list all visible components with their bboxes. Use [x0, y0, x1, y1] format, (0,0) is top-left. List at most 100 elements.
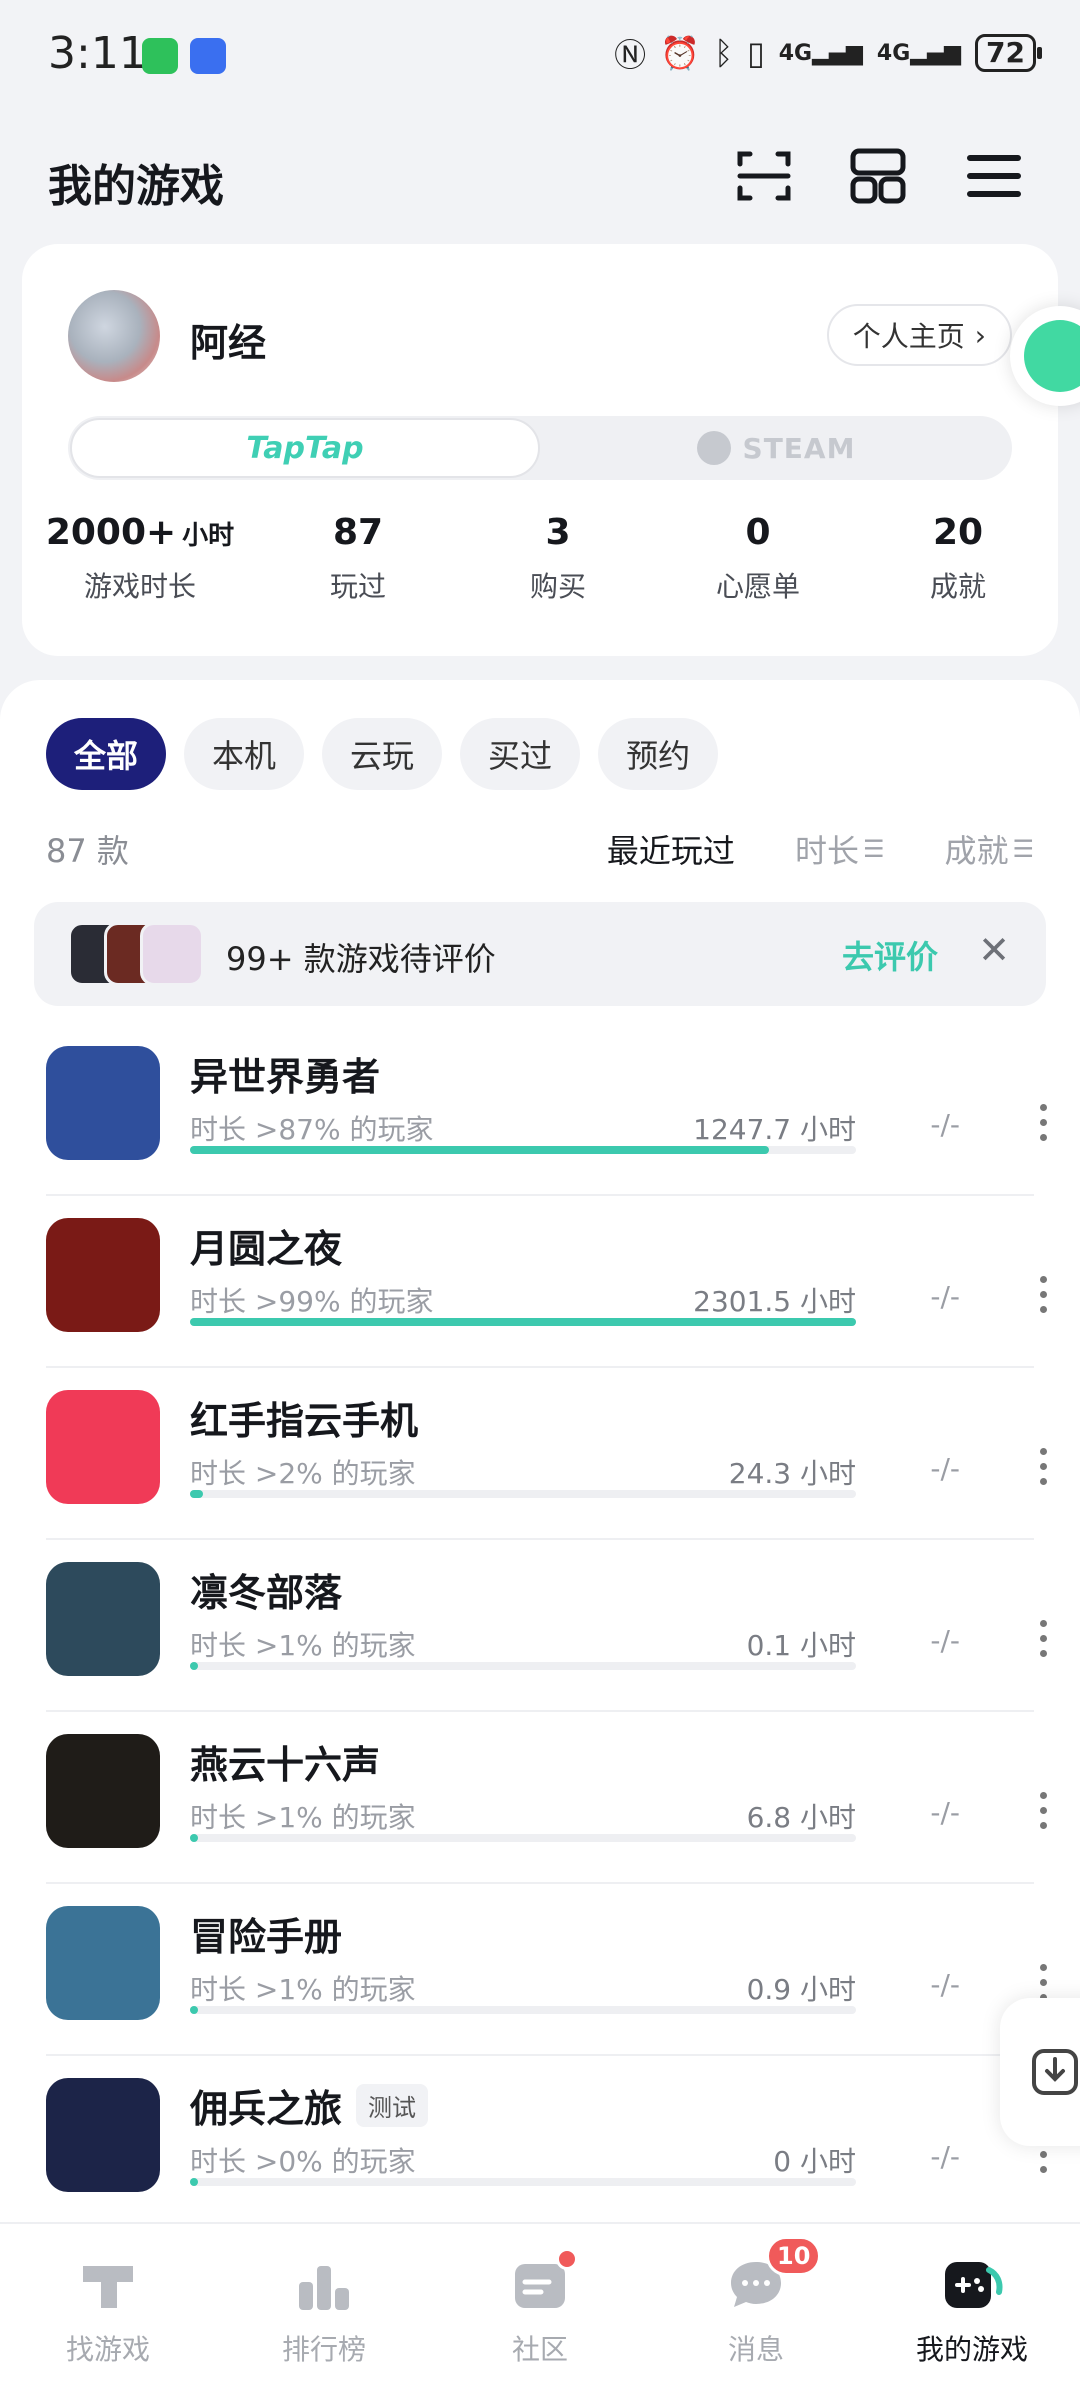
game-name: 红手指云手机 [190, 1390, 418, 1445]
nav-label: 找游戏 [65, 2333, 150, 2366]
wechat-icon [142, 38, 178, 74]
more-icon[interactable] [1028, 1436, 1058, 1496]
filter-cloud[interactable]: 云玩 [322, 718, 443, 790]
sort-duration[interactable]: 时长 ☰ [795, 826, 885, 872]
game-icon[interactable] [46, 2078, 160, 2192]
game-rating: -/- [930, 1796, 960, 1829]
username: 阿经 [190, 321, 267, 365]
game-row[interactable]: 红手指云手机 时长 >2% 的玩家 24.3 小时 -/- [0, 1368, 1080, 1540]
sort-label: 成就 [944, 832, 1009, 870]
playtime-bar-fill [190, 1146, 770, 1154]
stat-unit: 小时 [182, 521, 235, 551]
stat-label: 心愿单 [715, 570, 800, 603]
playtime-bar [190, 1318, 856, 1326]
homepage-button[interactable]: 个人主页 › [826, 304, 1012, 366]
steam-icon [696, 431, 731, 465]
game-title: 凛冬部落 [190, 1571, 343, 1615]
game-name: 异世界勇者 [190, 1046, 380, 1101]
nfc-icon: Ⓝ [614, 36, 647, 74]
stat-achievements[interactable]: 20 成就 [858, 512, 1058, 605]
game-icon[interactable] [46, 1046, 160, 1160]
status-time: 3:11 [48, 28, 147, 79]
game-title: 冒险手册 [190, 1915, 343, 1959]
gamepad-icon [945, 2262, 1003, 2308]
game-row[interactable]: 月圆之夜 时长 >99% 的玩家 2301.5 小时 -/- [0, 1196, 1080, 1368]
filter-local[interactable]: 本机 [184, 718, 305, 790]
nav-messages[interactable]: 10 消息 [648, 2224, 864, 2382]
playtime-bar [190, 1662, 856, 1670]
stat-value: 87 [332, 512, 384, 553]
game-row[interactable]: 凛冬部落 时长 >1% 的玩家 0.1 小时 -/- [0, 1540, 1080, 1712]
taptap-icon [83, 2266, 133, 2308]
game-rating: -/- [930, 1452, 960, 1485]
nav-community[interactable]: 社区 [432, 2224, 648, 2382]
app-notification-icon [190, 38, 226, 74]
game-hours: 6.8 小时 [746, 1801, 856, 1834]
stat-wishlist[interactable]: 0 心愿单 [658, 512, 858, 605]
menu-button[interactable] [960, 142, 1028, 210]
game-icon[interactable] [46, 1218, 160, 1332]
scan-button[interactable] [730, 142, 798, 210]
message-badge: 10 [766, 2236, 822, 2276]
profile-card: 阿经 个人主页 › TapTap STEAM 2000+ 小时 游戏时长 87 玩… [22, 244, 1058, 656]
stat-label: 游戏时长 [83, 570, 196, 603]
game-rating: -/- [930, 1968, 960, 2001]
game-icon[interactable] [46, 1562, 160, 1676]
sort-recent[interactable]: 最近玩过 [607, 826, 735, 872]
game-percentile: 时长 >1% 的玩家 [190, 1629, 416, 1662]
stat-value: 3 [545, 512, 571, 553]
nav-label: 我的游戏 [915, 2333, 1028, 2366]
stat-purchased[interactable]: 3 购买 [458, 512, 658, 605]
stat-playtime[interactable]: 2000+ 小时 游戏时长 [22, 512, 258, 605]
game-title: 燕云十六声 [190, 1743, 381, 1787]
review-button[interactable]: 去评价 [842, 932, 938, 978]
playtime-bar-fill [190, 1662, 198, 1670]
platform-steam-tab[interactable]: STEAM [540, 416, 1012, 480]
game-hours: 0 小时 [773, 2145, 856, 2178]
nav-label: 消息 [727, 2333, 784, 2366]
nav-label: 排行榜 [281, 2333, 366, 2366]
nav-find-games[interactable]: 找游戏 [0, 2224, 216, 2382]
game-row[interactable]: 佣兵之旅 测试 时长 >0% 的玩家 0 小时 -/- [0, 2056, 1080, 2228]
stat-played[interactable]: 87 玩过 [258, 512, 458, 605]
review-banner[interactable]: 99+ 款游戏待评价 去评价 ✕ [34, 902, 1046, 1006]
filter-bought[interactable]: 买过 [460, 718, 581, 790]
stat-label: 购买 [529, 570, 586, 603]
layout-button[interactable] [844, 142, 912, 210]
more-icon[interactable] [1028, 1264, 1058, 1324]
filter-all[interactable]: 全部 [46, 718, 167, 790]
close-icon[interactable]: ✕ [978, 928, 1010, 972]
sort-achievements[interactable]: 成就 ☰ [944, 826, 1034, 872]
filter-reserved[interactable]: 预约 [598, 718, 719, 790]
game-list: 异世界勇者 时长 >87% 的玩家 1247.7 小时 -/- 月圆之夜 时长 … [0, 1024, 1080, 2228]
game-rating: -/- [930, 1280, 960, 1313]
profile-stats: 2000+ 小时 游戏时长 87 玩过 3 购买 0 心愿单 20 成就 [22, 512, 1058, 605]
ranking-icon [299, 2266, 349, 2310]
platform-taptap-tab[interactable]: TapTap [70, 418, 540, 478]
game-icon[interactable] [46, 1734, 160, 1848]
game-row[interactable]: 异世界勇者 时长 >87% 的玩家 1247.7 小时 -/- [0, 1024, 1080, 1196]
nav-ranking[interactable]: 排行榜 [216, 2224, 432, 2382]
more-icon[interactable] [1028, 1608, 1058, 1668]
game-icon[interactable] [46, 1906, 160, 2020]
scan-icon [737, 151, 791, 201]
game-name: 凛冬部落 [190, 1562, 342, 1617]
avatar[interactable] [68, 290, 160, 382]
sort-label: 最近玩过 [606, 832, 735, 870]
game-thumbnail [140, 922, 204, 986]
playtime-bar-fill [190, 2006, 198, 2014]
game-title: 月圆之夜 [190, 1227, 343, 1271]
game-icon[interactable] [46, 1390, 160, 1504]
more-icon[interactable] [1028, 1092, 1058, 1152]
sort-icon: ☰ [862, 835, 885, 863]
game-row[interactable]: 燕云十六声 时长 >1% 的玩家 6.8 小时 -/- [0, 1712, 1080, 1884]
more-icon[interactable] [1028, 1780, 1058, 1840]
bluetooth-icon: ᛒ [713, 34, 734, 72]
game-name: 冒险手册 [190, 1906, 342, 1961]
status-bar: 3:11 Ⓝ ⏰ ᛒ ▯ 4G▂▄▆ 4G▂▄▆ 72 [0, 0, 1080, 112]
download-float-button[interactable] [1000, 1998, 1080, 2146]
game-rating: -/- [930, 2140, 960, 2173]
sort-icon: ☰ [1012, 835, 1034, 863]
game-row[interactable]: 冒险手册 时长 >1% 的玩家 0.9 小时 -/- [0, 1884, 1080, 2056]
nav-my-games[interactable]: 我的游戏 [864, 2224, 1080, 2382]
